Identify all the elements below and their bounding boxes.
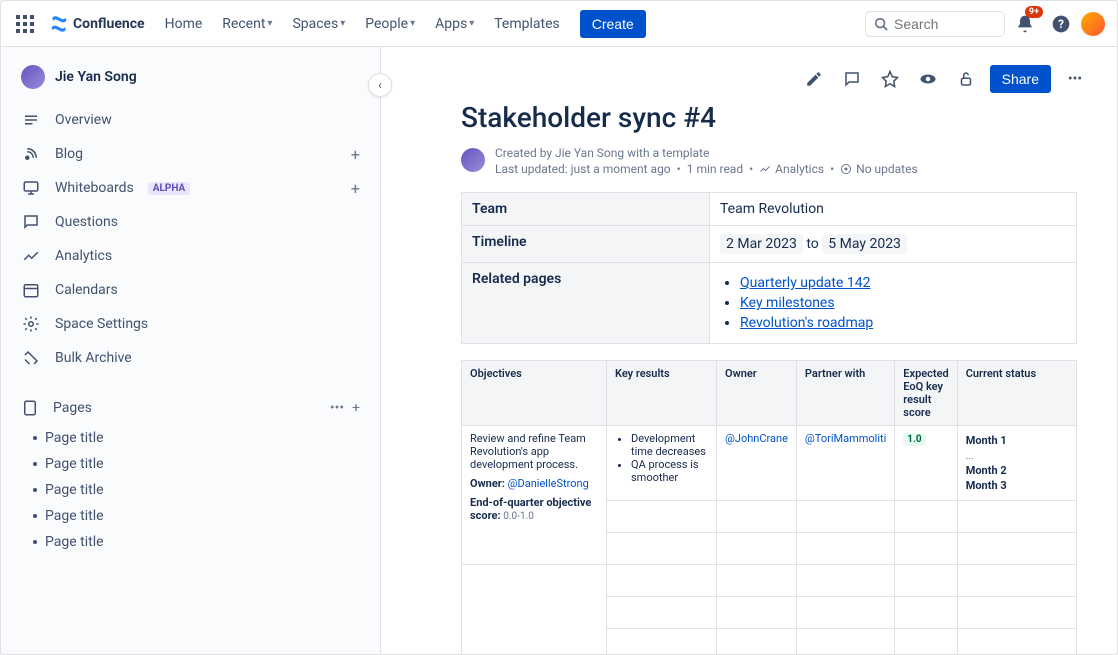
nav-templates[interactable]: Templates bbox=[486, 12, 568, 36]
page-byline: Created by Jie Yan Song with a template … bbox=[461, 146, 1077, 176]
col-expected: Expected EoQ key result score bbox=[895, 361, 957, 426]
pages-icon bbox=[21, 399, 39, 417]
gear-icon bbox=[21, 314, 41, 334]
pages-more-icon[interactable]: ••• bbox=[330, 400, 344, 416]
page-title: Stakeholder sync #4 bbox=[461, 101, 1077, 134]
analytics-link[interactable]: Analytics bbox=[759, 162, 824, 176]
collapse-sidebar-button[interactable]: ‹ bbox=[368, 73, 392, 97]
chevron-down-icon: ▾ bbox=[469, 18, 474, 29]
nav-apps[interactable]: Apps▾ bbox=[427, 12, 482, 36]
brand-name: Confluence bbox=[73, 16, 145, 32]
info-team-label: Team bbox=[462, 193, 710, 226]
add-blog-icon[interactable]: + bbox=[351, 145, 360, 164]
sidebar-item-analytics[interactable]: Analytics bbox=[9, 239, 372, 273]
search-box[interactable] bbox=[865, 11, 1005, 37]
confluence-logo[interactable]: Confluence bbox=[49, 14, 145, 34]
confluence-mark-icon bbox=[49, 14, 69, 34]
search-input[interactable] bbox=[894, 16, 996, 32]
okr-row bbox=[462, 565, 1077, 597]
col-key-results: Key results bbox=[607, 361, 717, 426]
sidebar-item-space-settings[interactable]: Space Settings bbox=[9, 307, 372, 341]
calendars-icon bbox=[21, 280, 41, 300]
mention-partner[interactable]: @ToriMammoliti bbox=[805, 432, 886, 445]
mention-owner[interactable]: @DanielleStrong bbox=[508, 477, 589, 490]
page-tree-item[interactable]: Page title bbox=[9, 529, 372, 555]
page-tree-item[interactable]: Page title bbox=[9, 477, 372, 503]
read-time-text: 1 min read bbox=[687, 162, 743, 176]
edit-icon[interactable] bbox=[800, 65, 828, 93]
page-tree: Page title Page title Page title Page ti… bbox=[1, 425, 380, 555]
mention-kr-owner[interactable]: @JohnCrane bbox=[725, 432, 788, 445]
sidebar-item-bulk-archive[interactable]: Bulk Archive bbox=[9, 341, 372, 375]
chevron-down-icon: ▾ bbox=[410, 18, 415, 29]
last-updated-text: Last updated: just a moment ago bbox=[495, 162, 671, 176]
date-to-chip[interactable]: 5 May 2023 bbox=[822, 234, 907, 254]
page-tree-item[interactable]: Page title bbox=[9, 503, 372, 529]
notification-badge: 9+ bbox=[1025, 6, 1043, 18]
sidebar-item-overview[interactable]: Overview bbox=[9, 103, 372, 137]
svg-text:?: ? bbox=[1058, 17, 1064, 31]
page-tree-item[interactable]: Page title bbox=[9, 425, 372, 451]
questions-icon bbox=[21, 212, 41, 232]
sidebar: ‹ Jie Yan Song Overview Blog + Whiteboar… bbox=[1, 47, 381, 654]
okr-row: Review and refine Team Revolution's app … bbox=[462, 426, 1077, 501]
top-nav: Confluence Home Recent▾ Spaces▾ People▾ … bbox=[1, 1, 1117, 47]
pages-section-header[interactable]: Pages ••• + bbox=[1, 391, 380, 425]
share-button[interactable]: Share bbox=[990, 65, 1051, 93]
restrictions-icon[interactable] bbox=[952, 65, 980, 93]
archive-icon bbox=[21, 348, 41, 368]
chevron-down-icon: ▾ bbox=[267, 18, 272, 29]
alpha-badge: ALPHA bbox=[148, 182, 190, 195]
main-content: Share ••• Stakeholder sync #4 Created by… bbox=[381, 47, 1117, 654]
info-table: Team Team Revolution Timeline 2 Mar 2023… bbox=[461, 192, 1077, 344]
page-tree-item[interactable]: Page title bbox=[9, 451, 372, 477]
info-timeline-value: 2 Mar 2023 to 5 May 2023 bbox=[710, 226, 1077, 263]
add-whiteboard-icon[interactable]: + bbox=[351, 179, 360, 198]
info-related-label: Related pages bbox=[462, 263, 710, 344]
space-header[interactable]: Jie Yan Song bbox=[1, 47, 380, 99]
nav-home[interactable]: Home bbox=[157, 12, 211, 36]
nav-people[interactable]: People▾ bbox=[357, 12, 423, 36]
sidebar-item-blog[interactable]: Blog + bbox=[9, 137, 372, 171]
create-button[interactable]: Create bbox=[580, 10, 646, 38]
related-link[interactable]: Quarterly update 142 bbox=[740, 275, 870, 291]
analytics-icon bbox=[21, 246, 41, 266]
related-link[interactable]: Key milestones bbox=[740, 295, 835, 311]
col-objectives: Objectives bbox=[462, 361, 607, 426]
col-partner: Partner with bbox=[796, 361, 894, 426]
col-owner: Owner bbox=[717, 361, 797, 426]
whiteboards-icon bbox=[21, 178, 41, 198]
watch-icon[interactable] bbox=[914, 65, 942, 93]
okr-table: Objectives Key results Owner Partner wit… bbox=[461, 360, 1077, 654]
created-by-text: Created by Jie Yan Song with a template bbox=[495, 146, 918, 160]
add-page-icon[interactable]: + bbox=[352, 400, 360, 416]
info-team-value: Team Revolution bbox=[710, 193, 1077, 226]
info-timeline-label: Timeline bbox=[462, 226, 710, 263]
col-status: Current status bbox=[957, 361, 1076, 426]
chevron-down-icon: ▾ bbox=[340, 18, 345, 29]
date-from-chip[interactable]: 2 Mar 2023 bbox=[720, 234, 803, 254]
sidebar-item-whiteboards[interactable]: Whiteboards ALPHA + bbox=[9, 171, 372, 205]
sidebar-item-questions[interactable]: Questions bbox=[9, 205, 372, 239]
updates-link[interactable]: No updates bbox=[840, 162, 918, 176]
profile-avatar[interactable] bbox=[1081, 12, 1105, 36]
more-actions-icon[interactable]: ••• bbox=[1061, 65, 1089, 93]
nav-recent[interactable]: Recent▾ bbox=[214, 12, 280, 36]
space-avatar-icon bbox=[21, 65, 45, 89]
search-icon bbox=[874, 17, 888, 31]
space-name: Jie Yan Song bbox=[55, 69, 137, 85]
nav-spaces[interactable]: Spaces▾ bbox=[284, 12, 353, 36]
notifications-icon[interactable]: 9+ bbox=[1009, 8, 1041, 40]
blog-icon bbox=[21, 144, 41, 164]
sidebar-item-calendars[interactable]: Calendars bbox=[9, 273, 372, 307]
overview-icon bbox=[21, 110, 41, 130]
score-chip: 1.0 bbox=[903, 433, 925, 446]
app-switcher-icon[interactable] bbox=[13, 12, 37, 36]
related-link[interactable]: Revolution's roadmap bbox=[740, 315, 873, 331]
page-action-bar: Share ••• bbox=[381, 47, 1117, 93]
comment-icon[interactable] bbox=[838, 65, 866, 93]
star-icon[interactable] bbox=[876, 65, 904, 93]
help-icon[interactable]: ? bbox=[1045, 8, 1077, 40]
author-avatar-icon[interactable] bbox=[461, 148, 485, 172]
